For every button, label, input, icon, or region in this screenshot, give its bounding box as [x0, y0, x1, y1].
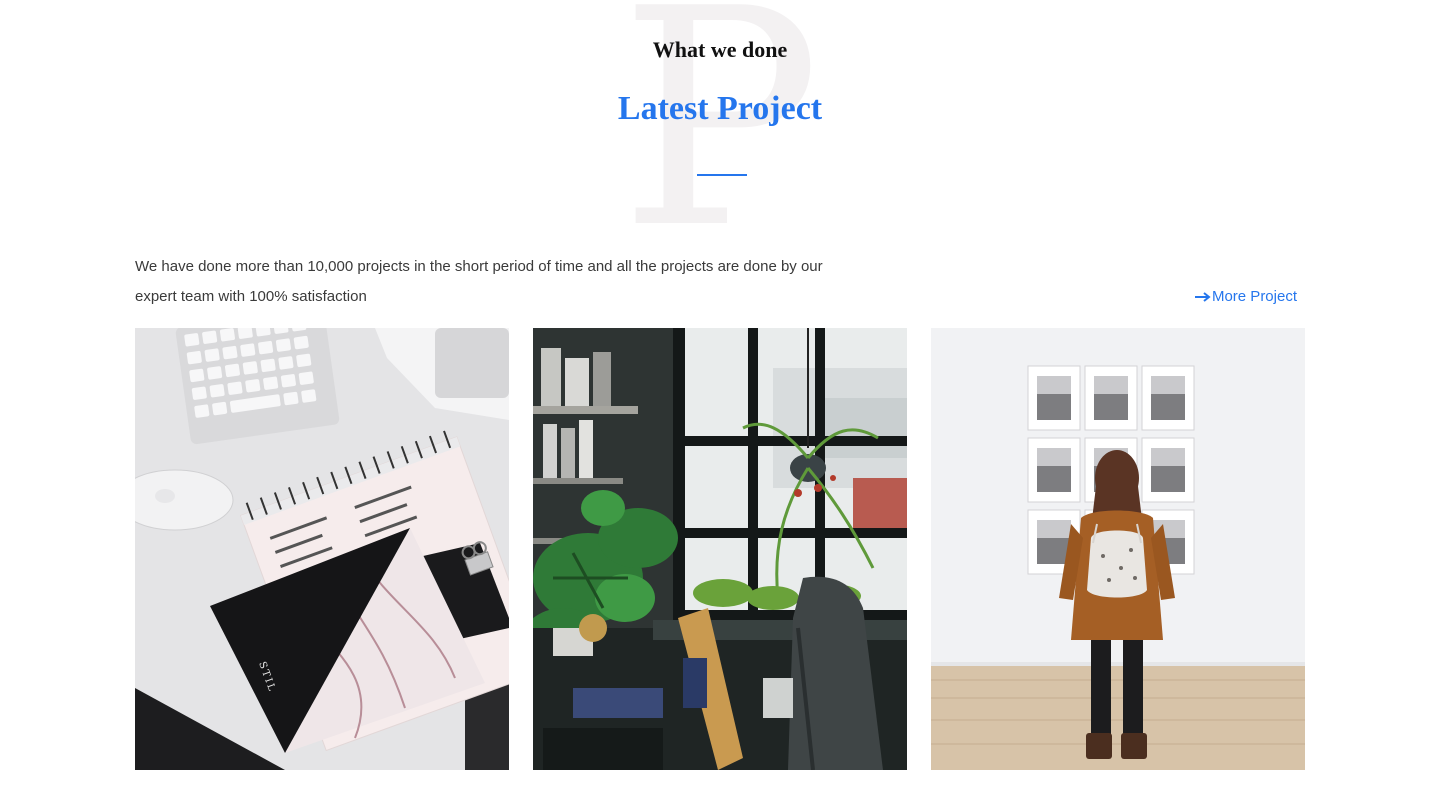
title-underline — [697, 174, 747, 176]
desk-notebook-photo: STIL — [135, 328, 509, 770]
section-eyebrow: What we done — [652, 37, 788, 62]
more-project-link[interactable]: More Project — [1194, 284, 1297, 310]
section-intro: We have done more than 10,000 projects i… — [135, 258, 823, 305]
project-card-gallery[interactable] — [931, 328, 1305, 770]
arrow-right-icon — [1194, 292, 1211, 302]
project-card-plants[interactable] — [533, 328, 907, 770]
gallery-woman-photo — [931, 328, 1305, 770]
more-project-label: More Project — [1211, 288, 1297, 305]
project-card-desk[interactable]: STIL — [135, 328, 509, 770]
project-gallery: STIL — [135, 328, 1305, 770]
section-title: Latest Project — [617, 90, 823, 127]
plants-window-photo — [533, 328, 907, 770]
latest-project-section: P What we done Latest Project We have do… — [0, 0, 1440, 804]
